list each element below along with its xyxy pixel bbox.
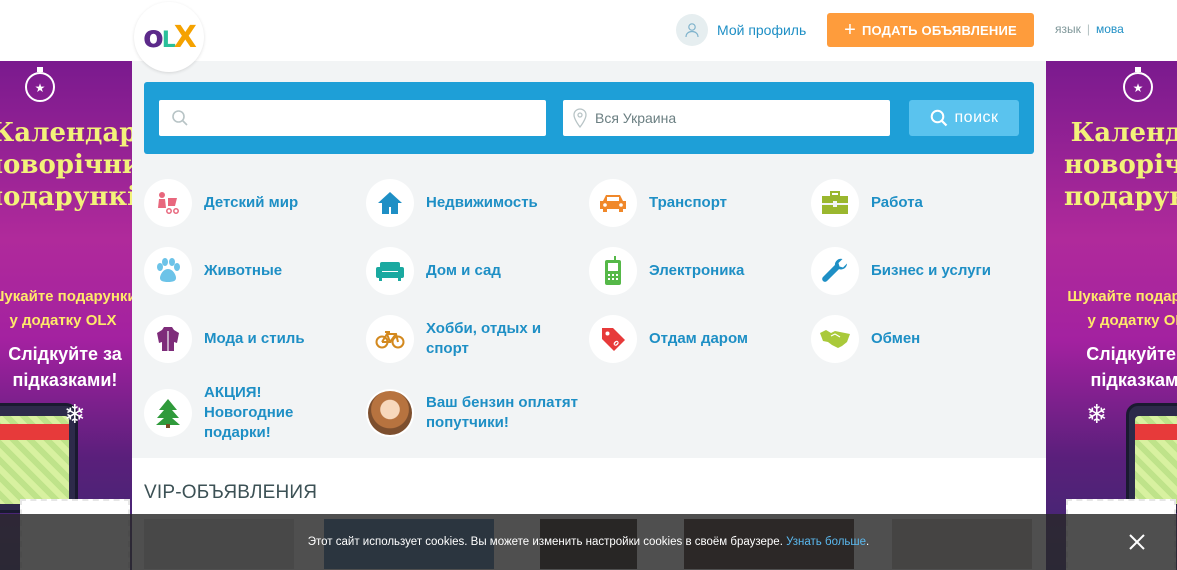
category-business-services[interactable]: Бизнес и услуги — [811, 247, 991, 295]
location-input[interactable]: Вся Украина — [563, 100, 890, 136]
banner-subtitle-2: Слідкуйте за підказками! — [1086, 344, 1177, 390]
stroller-icon — [144, 179, 192, 227]
category-label: Электроника — [649, 262, 745, 279]
search-bar: Вся Украина поиск — [144, 82, 1034, 154]
ad-banner-right[interactable]: ★ Календар новорічних подарунків Шукайте… — [1046, 61, 1177, 570]
snowflake-icon: ❄ — [1086, 399, 1108, 429]
banner-subtitle: Шукайте подарунки у додатку OLX — [1067, 288, 1177, 329]
cookie-banner: Этот сайт использует cookies. Вы можете … — [0, 514, 1177, 570]
category-fashion[interactable]: Мода и стиль — [144, 315, 305, 363]
language-switcher: язык | мова — [1055, 22, 1124, 36]
map-pin-icon — [573, 108, 587, 128]
category-label: Обмен — [871, 330, 921, 347]
banner-title: Календар новорічних подарунків — [0, 118, 132, 212]
ornament-icon: ★ — [1123, 67, 1153, 102]
category-label: Дом и сад — [426, 262, 501, 279]
banner-subtitle-2: Слідкуйте за підказками! — [8, 344, 122, 390]
category-carpool-promo[interactable]: Ваш бензин оплатят попутчики! — [366, 383, 586, 443]
cookie-message: Этот сайт использует cookies. Вы можете … — [307, 536, 783, 548]
snowflake-icon: ❄ — [64, 399, 86, 429]
car-icon — [589, 179, 637, 227]
svg-text:★: ★ — [35, 81, 46, 95]
wrench-icon — [811, 247, 859, 295]
post-ad-label: ПОДАТЬ ОБЪЯВЛЕНИЕ — [861, 22, 1017, 38]
category-label: Детский мир — [204, 194, 299, 211]
my-profile-label: Мой профиль — [717, 22, 807, 38]
tree-icon — [144, 389, 192, 437]
category-home-garden[interactable]: Дом и сад — [366, 247, 501, 295]
cookie-end: . — [866, 536, 870, 548]
briefcase-icon — [811, 179, 859, 227]
jacket-icon — [144, 315, 192, 363]
cookie-learn-more-link[interactable]: Узнать больше — [786, 536, 866, 548]
category-free[interactable]: 0 Отдам даром — [589, 315, 748, 363]
location-value: Вся Украина — [595, 110, 677, 126]
category-transport[interactable]: Транспорт — [589, 179, 727, 227]
close-icon[interactable] — [1127, 532, 1147, 552]
lang-alt-link[interactable]: мова — [1096, 22, 1124, 36]
ornament-icon: ★ — [25, 67, 55, 102]
sofa-icon — [366, 247, 414, 295]
vip-title: VIP-ОБЪЯВЛЕНИЯ — [144, 482, 318, 503]
svg-text:★: ★ — [1133, 81, 1144, 95]
my-profile-link[interactable]: Мой профиль — [676, 14, 806, 46]
category-jobs[interactable]: Работа — [811, 179, 923, 227]
category-promo-gifts[interactable]: АКЦИЯ! Новогодние подарки! — [144, 383, 324, 443]
category-kids[interactable]: Детский мир — [144, 179, 298, 227]
lang-current: язык — [1055, 22, 1081, 36]
search-input[interactable] — [159, 100, 546, 136]
category-electronics[interactable]: Электроника — [589, 247, 744, 295]
category-label: Работа — [871, 194, 923, 211]
category-label: Бизнес и услуги — [871, 262, 992, 279]
bicycle-icon — [366, 315, 414, 363]
handshake-icon — [811, 315, 859, 363]
category-label: Ваш бензин оплатят попутчики! — [426, 394, 578, 431]
category-label: Недвижимость — [426, 194, 538, 211]
ad-banner-left[interactable]: ★ Календар новорічних подарунків Шукайте… — [0, 61, 132, 570]
search-icon — [172, 110, 188, 126]
person-photo — [366, 389, 414, 437]
olx-logo[interactable]: oLX — [134, 2, 204, 72]
category-label: Хобби, отдых и спорт — [426, 320, 542, 357]
search-button-label: поиск — [954, 109, 999, 126]
header: oLX Мой профиль + ПОДАТЬ ОБЪЯВЛЕНИЕ язык… — [0, 0, 1177, 72]
user-icon — [676, 14, 708, 46]
main-content: Вся Украина поиск Детский мир Недвижимос… — [132, 61, 1046, 570]
tag-icon: 0 — [589, 315, 637, 363]
search-button[interactable]: поиск — [909, 100, 1019, 136]
search-icon — [930, 109, 947, 127]
category-animals[interactable]: Животные — [144, 247, 282, 295]
banner-title: Календар новорічних подарунків — [1064, 118, 1177, 212]
phone-icon — [589, 247, 637, 295]
category-exchange[interactable]: Обмен — [811, 315, 920, 363]
category-hobby-sport[interactable]: Хобби, отдых и спорт — [366, 315, 556, 363]
category-label: Животные — [204, 262, 283, 279]
paw-icon — [144, 247, 192, 295]
plus-icon: + — [844, 19, 856, 41]
category-real-estate[interactable]: Недвижимость — [366, 179, 538, 227]
category-label: Отдам даром — [649, 330, 749, 347]
house-icon — [366, 179, 414, 227]
category-grid: Детский мир Недвижимость Транспорт Работ… — [144, 171, 1034, 451]
category-label: АКЦИЯ! Новогодние подарки! — [204, 384, 294, 441]
phone-illustration — [1126, 403, 1177, 513]
post-ad-button[interactable]: + ПОДАТЬ ОБЪЯВЛЕНИЕ — [827, 13, 1034, 47]
category-label: Транспорт — [649, 194, 728, 211]
banner-subtitle: Шукайте подарунки у додатку OLX — [0, 288, 132, 329]
category-label: Мода и стиль — [204, 330, 305, 347]
